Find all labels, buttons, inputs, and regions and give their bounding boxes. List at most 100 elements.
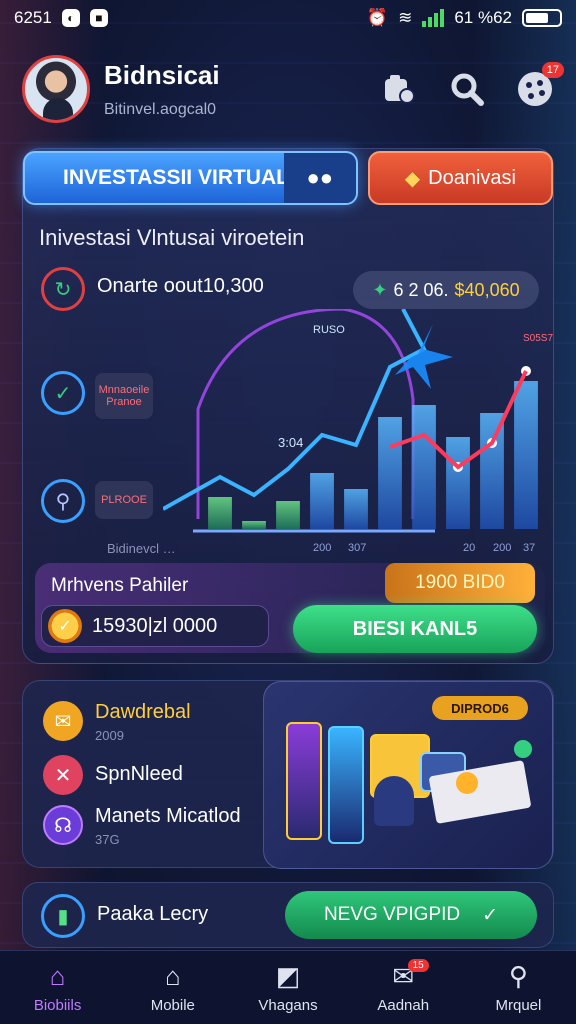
refresh-icon[interactable]: ↻	[41, 267, 85, 311]
side-label-1: Mnnaoeile Pranoe	[95, 373, 153, 419]
nav-item-location[interactable]: ⚲ Mrquel	[461, 951, 576, 1024]
performance-label: Mrhvens Pahiler	[51, 575, 189, 596]
growth-chart: 200 307 20 200 37 RUSO 3:04 S05S76	[163, 309, 553, 554]
link-icon[interactable]: ⚲	[41, 479, 85, 523]
check-coin-icon: ✓	[48, 609, 82, 643]
list-item-title: SpnNleed	[95, 763, 183, 785]
user-name: Bidnsicai	[104, 59, 220, 90]
battery-percent: 61 %62	[454, 8, 512, 27]
price-pill: ✦ 6 2 06. $40,060	[353, 271, 539, 309]
feature-list-card: ✉ Dawdrebal 2009 ✕ SpnNleed ☊ Manets Mic…	[22, 680, 554, 869]
footer-card-title: Paaka Lecry	[97, 903, 209, 925]
person-figure	[374, 776, 414, 826]
chart-bar	[242, 521, 266, 529]
status-bar: 6251 ◐ ■ ⏰ ≋ 61 %62	[0, 0, 576, 36]
battery-charge-icon: ▮	[41, 894, 85, 938]
nav-label: Mobile	[150, 997, 195, 1014]
promo-card-image	[286, 722, 322, 840]
chart-bar	[480, 413, 504, 529]
location-icon: ⚲	[508, 960, 528, 991]
performance-value-box: ✓ 15930|zl 0000	[41, 605, 269, 647]
wifi-icon: ≋	[398, 8, 413, 27]
chart-annotation: 3:04	[278, 435, 303, 450]
chart-tick-label: 37	[523, 542, 535, 554]
user-info: Bidnsicai Bitinvel.aogcal0	[104, 60, 220, 119]
bottom-nav: ⌂ Biobiils ⌂ Mobile ◩ Vhagans ✉ 15 Aadna…	[0, 950, 576, 1024]
tab-donation[interactable]: ◆ Doanivasi	[367, 151, 553, 205]
more-icon[interactable]: ●●	[283, 153, 356, 203]
chart-bar	[514, 381, 538, 529]
footer-card: ▮ Paaka Lecry NEVG VPIGPID ✓	[22, 882, 554, 948]
close-icon: ✕	[43, 755, 83, 795]
tab-donation-label: Doanivasi	[428, 166, 516, 189]
search-icon[interactable]	[448, 70, 486, 108]
app-notification-icon: ◐	[61, 9, 80, 27]
list-item[interactable]: ✉ Dawdrebal 2009	[43, 701, 191, 743]
home-icon: ⌂	[49, 960, 66, 991]
check-icon: ✓	[482, 904, 499, 926]
chart-bar	[208, 497, 232, 529]
nav-badge: 15	[407, 959, 429, 972]
battery-icon	[522, 9, 562, 27]
amount-label: Onarte oout10,300	[97, 275, 264, 297]
side-label-2: PLROOE	[95, 481, 153, 519]
nav-item-messages[interactable]: ✉ 15 Aadnah	[346, 951, 461, 1024]
house-icon: ⌂	[164, 960, 181, 991]
settings-icon[interactable]: 17	[516, 62, 564, 108]
chart-tick-label: 200	[493, 542, 511, 554]
alarm-icon: ⏰	[366, 8, 389, 27]
header: Bidnsicai Bitinvel.aogcal0 17	[22, 52, 564, 126]
list-item-title: Manets Micatlod	[95, 805, 241, 827]
chart-bar	[344, 489, 368, 529]
user-subtitle: Bitinvel.aogcal0	[104, 100, 217, 118]
chart-annotation: RUSO	[313, 324, 345, 336]
performance-value: 15930|zl 0000	[92, 614, 218, 637]
tab-virtual-investment[interactable]: INVESTASSII VIRTUAL ●●	[23, 151, 358, 205]
chart-tick-label: 200	[313, 542, 331, 554]
price-prefix: 6 2 06.	[393, 279, 449, 300]
media-notification-icon: ■	[89, 9, 108, 27]
chart-annotation: S05S76	[523, 333, 553, 344]
performance-panel: Mrhvens Pahiler 1900 BID0 ✓ 15930|zl 000…	[35, 563, 545, 653]
star-icon: ✦	[372, 279, 388, 300]
tag-icon: ◩	[275, 960, 301, 991]
footer-cta-label: NEVG VPIGPID	[323, 904, 461, 925]
list-item-sub: 37G	[95, 832, 120, 847]
list-item-title: Dawdrebal	[95, 701, 191, 723]
chart-bar	[276, 501, 300, 529]
nav-item-tags[interactable]: ◩ Vhagans	[230, 951, 345, 1024]
nav-item-home[interactable]: ⌂ Biobiils	[0, 951, 115, 1024]
bubble-icon	[514, 740, 532, 758]
chart-bar	[310, 473, 334, 529]
avatar[interactable]	[22, 55, 90, 123]
nav-label: Biobiils	[33, 997, 82, 1014]
notification-badge: 17	[541, 62, 564, 78]
signal-icon	[422, 9, 445, 27]
nav-label: Mrquel	[495, 997, 542, 1014]
list-item[interactable]: ✕ SpnNleed	[43, 755, 183, 795]
gift-icon: ◆	[404, 167, 421, 190]
promo-card-image	[328, 726, 364, 844]
wallet-icon[interactable]	[380, 70, 418, 108]
investment-card: INVESTASSII VIRTUAL ●● ◆ Doanivasi Inive…	[22, 148, 554, 664]
chart-bar	[446, 437, 470, 529]
nav-label: Aadnah	[377, 997, 430, 1014]
chart-tick-label: 20	[463, 542, 475, 554]
promo-tag: DIPROD6	[432, 696, 528, 720]
coin-icon	[456, 772, 478, 794]
promo-banner[interactable]: DIPROD6	[263, 681, 553, 869]
price-value: $40,060	[454, 279, 520, 300]
check-icon[interactable]: ✓	[41, 371, 85, 415]
gold-badge: 1900 BID0	[385, 563, 535, 603]
headset-icon: ☊	[43, 805, 83, 845]
chart-tick-label: 307	[348, 542, 366, 554]
chart-bar	[378, 417, 402, 529]
nav-item-mobile[interactable]: ⌂ Mobile	[115, 951, 230, 1024]
footer-cta-button[interactable]: NEVG VPIGPID ✓	[285, 891, 537, 939]
status-time: 6251	[14, 8, 52, 27]
list-item[interactable]: ☊ Manets Micatlod 37G	[43, 805, 241, 847]
nav-label: Vhagans	[258, 997, 318, 1014]
primary-cta-button[interactable]: BIESI KANL5	[293, 605, 537, 653]
chart-bar	[412, 405, 436, 529]
tab-virtual-investment-label: INVESTASSII VIRTUAL	[63, 166, 289, 189]
